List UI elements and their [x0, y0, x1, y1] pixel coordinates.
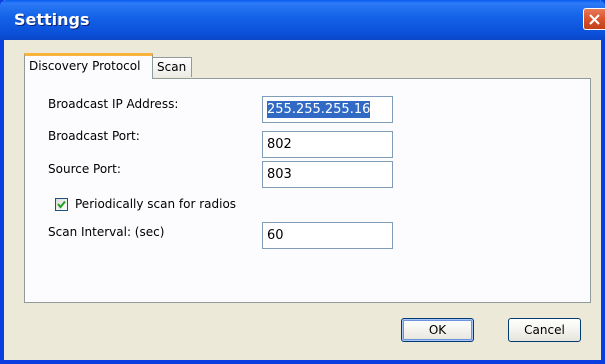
tab-discovery-protocol-label: Discovery Protocol — [29, 59, 141, 73]
title-bar[interactable]: Settings — [0, 0, 605, 40]
ok-button-label: OK — [428, 323, 447, 337]
scan-interval-label: Scan Interval: (sec) — [48, 225, 165, 239]
tab-scan[interactable]: Scan — [152, 57, 192, 77]
source-port-label: Source Port: — [48, 162, 121, 176]
cancel-button[interactable]: Cancel — [508, 318, 581, 342]
close-icon — [589, 14, 600, 25]
broadcast-ip-label: Broadcast IP Address: — [48, 97, 179, 111]
broadcast-port-input[interactable]: 802 — [262, 131, 393, 158]
checkmark-icon — [57, 200, 66, 209]
periodic-scan-checkbox[interactable] — [55, 198, 68, 211]
source-port-value: 803 — [267, 167, 292, 182]
tab-scan-label: Scan — [157, 60, 187, 74]
ok-button[interactable]: OK — [401, 318, 474, 342]
tab-discovery-protocol[interactable]: Discovery Protocol — [24, 53, 153, 79]
broadcast-port-value: 802 — [267, 137, 292, 152]
scan-interval-value: 60 — [267, 228, 284, 243]
broadcast-ip-value: 255.255.255.16 — [267, 101, 371, 118]
periodic-scan-label[interactable]: Periodically scan for radios — [75, 197, 236, 211]
tab-panel-discovery-protocol: Broadcast IP Address: 255.255.255.16 Bro… — [24, 78, 591, 303]
broadcast-port-label: Broadcast Port: — [48, 129, 140, 143]
close-button[interactable] — [583, 8, 605, 30]
broadcast-ip-input[interactable]: 255.255.255.16 — [262, 96, 393, 123]
scan-interval-input[interactable]: 60 — [262, 222, 393, 249]
source-port-input[interactable]: 803 — [262, 161, 393, 188]
cancel-button-label: Cancel — [524, 323, 565, 337]
window-title: Settings — [14, 10, 90, 29]
settings-dialog: Settings Discovery Protocol Scan Broadca… — [0, 0, 605, 364]
